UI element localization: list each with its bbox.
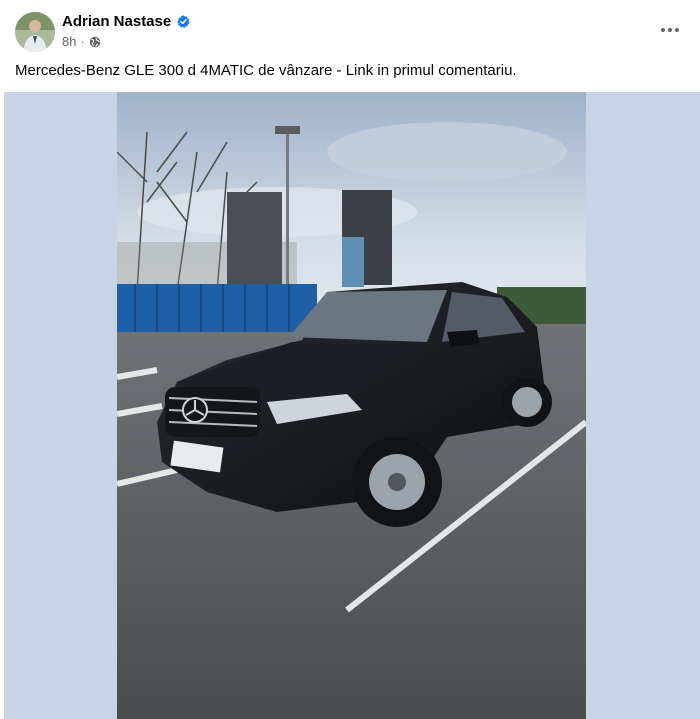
verified-badge-icon [177,15,190,28]
post-header: Adrian Nastase 8h · [0,0,700,58]
more-options-button[interactable] [656,16,684,44]
globe-icon[interactable] [89,36,101,48]
author-row: Adrian Nastase [62,13,190,30]
more-options-icon [661,28,679,32]
author-name[interactable]: Adrian Nastase [62,13,171,30]
facebook-post: Adrian Nastase 8h · Mercedes-Benz GLE 30… [0,0,700,719]
car-photo-illustration [117,92,586,719]
post-photo[interactable] [117,92,586,719]
post-media [4,92,700,719]
author-avatar[interactable] [15,12,55,52]
post-text: Mercedes-Benz GLE 300 d 4MATIC de vânzar… [15,62,517,79]
avatar-image [15,12,55,52]
post-meta: 8h · [62,34,101,49]
meta-separator: · [80,34,85,49]
post-timestamp[interactable]: 8h [62,34,76,49]
